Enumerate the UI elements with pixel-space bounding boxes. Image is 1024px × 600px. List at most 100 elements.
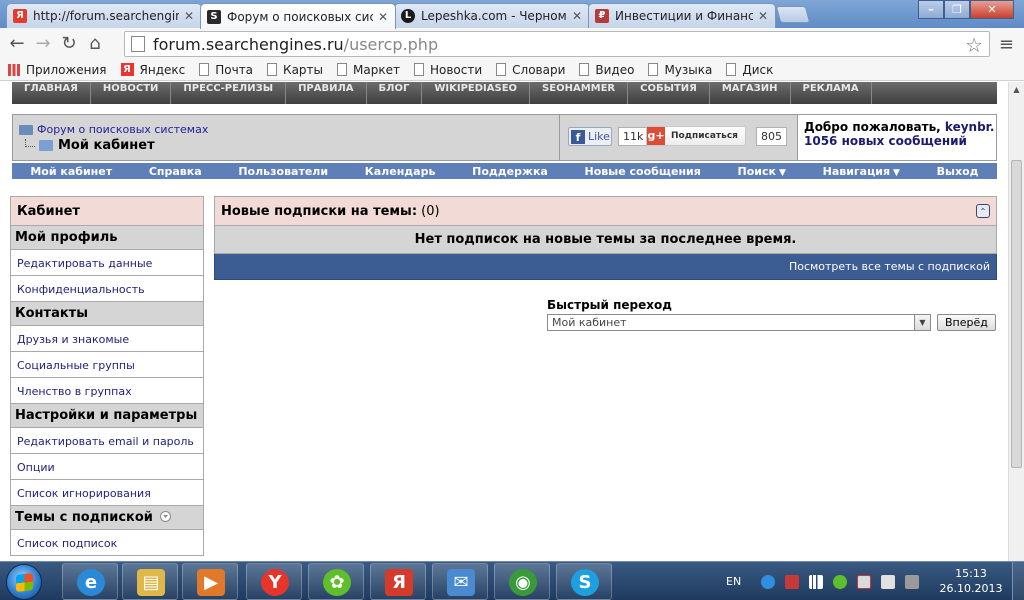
bookmark-item[interactable]: Диск (726, 63, 773, 77)
sidebar-item-ignore-list[interactable]: Список игнорирования (10, 480, 204, 506)
tray-extra-icon[interactable] (905, 574, 920, 589)
language-indicator[interactable]: EN (726, 575, 741, 588)
username-link[interactable]: keynbr. (945, 120, 995, 134)
site-nav-events[interactable]: СОБЫТИЯ (628, 82, 710, 104)
quick-jump-select[interactable]: Мой кабинет ▼ (547, 314, 931, 331)
sidebar-item-edit-profile[interactable]: Редактировать данные (10, 250, 204, 276)
start-button[interactable] (6, 564, 42, 600)
browser-menu-icon[interactable]: ≡ (999, 34, 1014, 55)
site-nav-ads[interactable]: РЕКЛАМА (791, 82, 872, 104)
bookmark-star-icon[interactable]: ☆ (965, 33, 983, 57)
bookmark-item[interactable]: Новости (413, 63, 482, 77)
browser-tab[interactable]: L Lepeshka.com - Черномо ✕ (394, 3, 590, 28)
new-messages-link[interactable]: 1056 новых сообщений (804, 134, 996, 148)
nav-calendar[interactable]: Календарь (365, 165, 436, 178)
bookmark-apps[interactable]: Приложения (8, 63, 107, 77)
sidebar-item-group-memberships[interactable]: Членство в группах (10, 378, 204, 404)
nav-search[interactable]: Поиск ▼ (738, 165, 786, 178)
taskbar-app-skype[interactable]: S (556, 563, 612, 600)
bookmark-label: Диск (742, 62, 774, 77)
flag-alert-icon[interactable] (857, 574, 872, 589)
taskbar-app-icq[interactable]: ✿ (308, 563, 364, 600)
url-path: /usercp.php (343, 34, 439, 54)
taskbar-app-ie[interactable]: e (62, 563, 118, 600)
forum-home-icon (19, 124, 33, 135)
taskbar-app-mail[interactable]: ✉ (432, 563, 488, 600)
volume-icon[interactable] (881, 574, 896, 589)
site-nav-news[interactable]: НОВОСТИ (91, 82, 172, 104)
site-nav-seohammer[interactable]: SEOHAMMER (530, 82, 629, 104)
taskbar-app-media-player[interactable]: ▶ (182, 563, 238, 600)
maximize-button[interactable]: ❐ (944, 0, 970, 19)
forward-arrow-icon[interactable]: → (30, 33, 56, 54)
bookmark-item[interactable]: Маркет (337, 63, 400, 77)
icq-tray-icon[interactable] (833, 574, 848, 589)
close-tab-icon[interactable]: ✕ (571, 9, 583, 23)
system-clock[interactable]: 15:13 26.10.2013 (936, 566, 1006, 596)
taskbar-app-explorer[interactable]: ▤ (122, 563, 178, 600)
nav-help[interactable]: Справка (149, 165, 202, 178)
sidebar-item-edit-email-password[interactable]: Редактировать email и пароль (10, 428, 204, 454)
bookmark-yandex[interactable]: Я Яндекс (120, 63, 185, 77)
scrollbar-thumb[interactable] (1011, 160, 1022, 468)
close-tab-icon[interactable]: ✕ (377, 10, 389, 24)
address-bar[interactable]: forum.searchengines.ru/usercp.php ☆ (124, 31, 990, 57)
nav-my-cabinet[interactable]: Мой кабинет (30, 165, 112, 178)
close-window-button[interactable]: ✕ (970, 0, 1014, 19)
nav-users[interactable]: Пользователи (238, 165, 328, 178)
nav-new-posts[interactable]: Новые сообщения (585, 165, 701, 178)
close-tab-icon[interactable]: ✕ (183, 9, 195, 23)
google-plus-subscribe-button[interactable]: g+ Подписаться (646, 126, 746, 146)
bookmark-item[interactable]: Музыка (648, 63, 712, 77)
nav-navigation[interactable]: Навигация ▼ (823, 165, 900, 178)
site-nav-main[interactable]: ГЛАВНАЯ (12, 82, 91, 104)
welcome-greeting: Добро пожаловать, (804, 120, 941, 134)
sidebar-item-social-groups[interactable]: Социальные группы (10, 352, 204, 378)
ie-icon: e (77, 569, 105, 596)
antivirus-icon[interactable] (785, 574, 800, 589)
scroll-up-icon[interactable]: ▲ (1009, 82, 1024, 98)
yandex-icon: Я (13, 9, 27, 23)
facebook-like-button[interactable]: f Like (568, 127, 612, 146)
quick-jump-go-button[interactable]: Вперёд (937, 314, 996, 331)
nav-support[interactable]: Поддержка (472, 165, 548, 178)
bookmark-item[interactable]: Видео (579, 63, 634, 77)
taskbar-app-yandex[interactable]: Я (370, 563, 426, 600)
site-nav-blog[interactable]: БЛОГ (367, 82, 423, 104)
bookmark-item[interactable]: Карты (267, 63, 323, 77)
minimize-button[interactable]: – (918, 0, 944, 19)
site-nav-wikipediaseo[interactable]: WIKIPEDIASEO (422, 82, 531, 104)
taskbar-app-yandex-browser[interactable]: Y (246, 563, 302, 600)
collapse-icon[interactable]: ⌃ (976, 204, 990, 218)
page-icon (496, 63, 507, 76)
home-icon[interactable]: ⌂ (82, 33, 108, 54)
close-tab-icon[interactable]: ✕ (757, 9, 769, 23)
site-nav-rules[interactable]: ПРАВИЛА (286, 82, 367, 104)
new-tab-button[interactable] (775, 6, 811, 23)
nav-logout[interactable]: Выход (937, 165, 979, 178)
sidebar-item-options[interactable]: Опции (10, 454, 204, 480)
browser-tab[interactable]: ₽ Инвестиции и Финансы ✕ (588, 3, 776, 28)
page-scrollbar[interactable]: ▲ (1008, 82, 1024, 561)
windows-logo-icon (16, 573, 33, 592)
sidebar-item-friends[interactable]: Друзья и знакомые (10, 326, 204, 352)
media-player-icon: ▶ (197, 569, 225, 596)
taskbar-app-chrome[interactable]: ◉ (494, 563, 550, 600)
bookmark-item[interactable]: Словари (496, 63, 565, 77)
back-arrow-icon[interactable]: ← (4, 33, 30, 54)
site-nav-press[interactable]: ПРЕСС-РЕЛИЗЫ (171, 82, 287, 104)
show-desktop-button[interactable] (1012, 562, 1024, 600)
view-all-subscriptions-link[interactable]: Посмотреть все темы с подпиской (789, 260, 990, 273)
network-icon[interactable] (809, 574, 824, 589)
browser-tab[interactable]: Я http://forum.searchengines ✕ (6, 3, 202, 28)
reload-icon[interactable]: ↻ (56, 33, 82, 54)
sidebar-item-privacy[interactable]: Конфиденциальность (10, 276, 204, 302)
sidebar-section-subscriptions[interactable]: Темы с подпиской (10, 506, 204, 530)
sync-icon[interactable] (761, 574, 776, 589)
site-nav-shop[interactable]: МАГАЗИН (710, 82, 791, 104)
browser-tab-active[interactable]: S Форум о поисковых систе ✕ (200, 3, 396, 29)
bookmark-item[interactable]: Почта (199, 63, 253, 77)
sidebar-item-subscription-list[interactable]: Список подписок (10, 530, 204, 556)
sidebar-section-profile: Мой профиль (10, 226, 204, 250)
breadcrumb-forum-link[interactable]: Форум о поисковых системах (19, 123, 559, 136)
